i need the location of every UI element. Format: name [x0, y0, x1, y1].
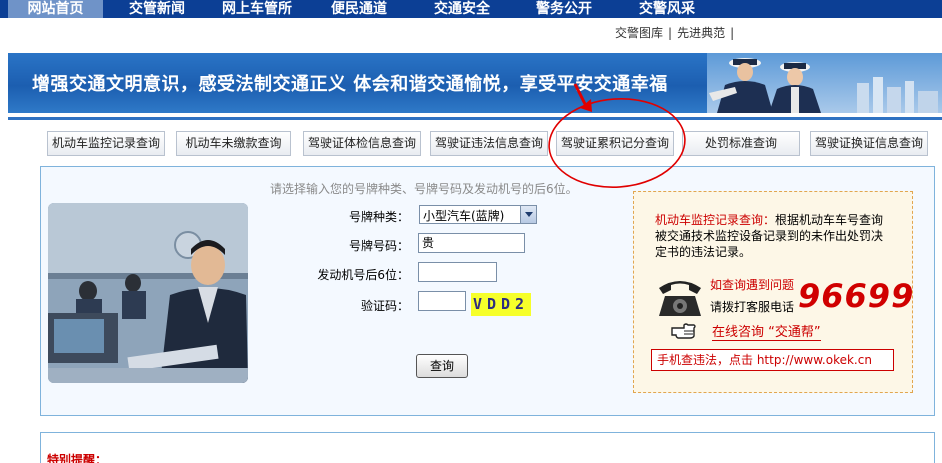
captcha-label: 验证码：	[360, 299, 409, 313]
notice-panel	[40, 432, 935, 463]
form-hint: 请选择输入您的号牌种类、号牌号码及发动机号的后6位。	[270, 182, 578, 196]
plate-type-label: 号牌种类：	[348, 210, 409, 224]
top-nav: 网站首页 交管新闻 网上车管所 便民通道 交通安全 警务公开 交警风采	[0, 0, 942, 18]
mobile-query-link[interactable]: 手机查违法，点击 http://www.okek.cn	[651, 349, 894, 371]
info-title: 机动车监控记录查询：	[655, 213, 776, 227]
nav-item-news[interactable]: 交管新闻	[129, 0, 185, 18]
query-button[interactable]: 查询	[416, 354, 468, 378]
tab-license-medical-query[interactable]: 驾驶证体检信息查询	[303, 131, 421, 156]
plate-number-label: 号牌号码：	[348, 239, 409, 253]
engine-number-label: 发动机号后6位：	[317, 268, 409, 282]
banner-slogan: 增强交通文明意识，感受法制交通正义 体会和谐交通愉悦，享受平安交通幸福	[32, 74, 668, 95]
tab-license-points-query[interactable]: 驾驶证累积记分查询	[556, 131, 674, 156]
telephone-icon	[659, 281, 701, 316]
tab-penalty-standard-query[interactable]: 处罚标准查询	[682, 131, 800, 156]
link-police-gallery[interactable]: 交警图库	[615, 26, 663, 40]
nav-item-vehicle-office[interactable]: 网上车管所	[222, 0, 292, 18]
banner: 增强交通文明意识，感受法制交通正义 体会和谐交通愉悦，享受平安交通幸福	[8, 53, 942, 113]
nav-item-home[interactable]: 网站首页	[8, 0, 103, 18]
nav-item-traffic-safety[interactable]: 交通安全	[434, 0, 490, 18]
engine-number-input[interactable]	[418, 262, 497, 282]
help-text: 如查询遇到问题	[710, 278, 795, 292]
plate-number-input[interactable]: 贵	[418, 233, 525, 253]
tab-vehicle-monitor-query[interactable]: 机动车监控记录查询	[47, 131, 165, 156]
police-operator-photo	[48, 203, 248, 383]
info-description: 机动车监控记录查询：根据机动车车号查询被交通技术监控设备记录到的未作出处罚决定书…	[655, 212, 890, 260]
special-notice-title: 特别提醒：	[47, 453, 108, 463]
secondary-links: 交警图库 | 先进典范 |	[615, 24, 739, 41]
nav-item-convenience[interactable]: 便民通道	[331, 0, 387, 18]
captcha-input[interactable]	[418, 291, 466, 311]
plate-type-value: 小型汽车(蓝牌)	[423, 209, 505, 223]
captcha-image[interactable]: VDD2	[471, 293, 531, 316]
tab-vehicle-unpaid-query[interactable]: 机动车未缴款查询	[176, 131, 291, 156]
banner-divider	[8, 117, 942, 120]
plate-type-select[interactable]: 小型汽车(蓝牌)	[419, 205, 537, 224]
tab-license-renewal-query[interactable]: 驾驶证换证信息查询	[810, 131, 928, 156]
nav-item-police-style[interactable]: 交警风采	[639, 0, 695, 18]
online-consult-link[interactable]: 在线咨询 “交通帮”	[712, 321, 821, 341]
hotline-number: 96699	[798, 277, 915, 315]
police-officers-image	[707, 53, 942, 113]
divider: |	[730, 26, 735, 40]
nav-item-police-affairs[interactable]: 警务公开	[536, 0, 592, 18]
tab-license-violation-query[interactable]: 驾驶证违法信息查询	[430, 131, 548, 156]
divider: |	[668, 26, 673, 40]
link-models[interactable]: 先进典范	[677, 26, 725, 40]
chevron-down-icon[interactable]	[520, 206, 536, 223]
call-text: 请拨打客服电话	[710, 300, 795, 314]
pointing-hand-icon	[671, 323, 696, 339]
